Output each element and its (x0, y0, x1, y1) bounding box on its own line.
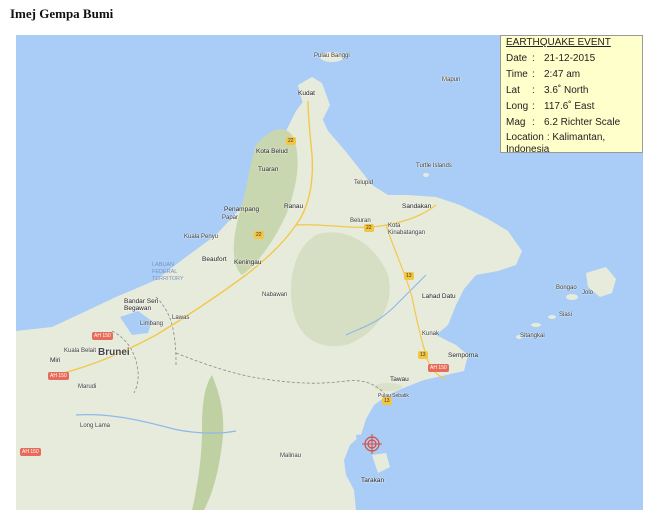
place-label: Sitangkai (520, 333, 545, 339)
place-label: Sandakan (402, 203, 432, 210)
road-shield: 22 (254, 231, 264, 239)
place-label: Keningau (234, 259, 262, 266)
row-value: 3.6˚ North (544, 85, 589, 96)
place-label: Nabawan (262, 292, 288, 298)
row-separator: : (532, 117, 535, 128)
place-label: LABUAN FEDERAL TERRITORY (152, 262, 184, 282)
place-label: Malinau (280, 453, 302, 459)
row-value: 2:47 am (544, 69, 581, 80)
place-label: Ranau (284, 203, 304, 210)
road-shield: AH 150 (48, 372, 69, 380)
row-separator: : (532, 53, 535, 64)
road-shield: AH 150 (20, 448, 41, 456)
place-label: Papar (222, 215, 239, 221)
place-label: Turtle Islands (416, 163, 452, 169)
place-label: Miri (50, 357, 61, 364)
place-label: Beaufort (202, 256, 227, 263)
row-key: Long (506, 101, 529, 112)
place-label: Kuala Belait (64, 348, 97, 354)
road-shield: AH 150 (428, 364, 449, 372)
road-shield: 13 (382, 397, 392, 405)
road-shield: AH 150 (92, 332, 113, 340)
place-label: Semporna (448, 352, 478, 359)
place-label: Tuaran (258, 166, 279, 173)
place-label: Tawau (390, 376, 409, 383)
place-label: Jolo (582, 290, 594, 296)
place-label: Lahad Datu (422, 293, 456, 300)
page-title: Imej Gempa Bumi (10, 6, 114, 21)
row-separator: : (532, 101, 535, 112)
place-label: Telupid (354, 180, 374, 186)
info-panel-title: EARTHQUAKE EVENT (506, 37, 611, 48)
row-separator: : (546, 132, 550, 143)
row-key: Mag (506, 117, 526, 128)
place-label: Bandar Seri Begawan (124, 298, 159, 312)
place-label: Marudi (78, 384, 97, 390)
road-shield: 22 (286, 137, 296, 145)
row-key: Time (506, 69, 528, 80)
place-label: Kota Kinabatangan (388, 223, 426, 236)
time-row: Time:2:47 am (506, 67, 642, 83)
country-label: Brunei (98, 347, 130, 358)
place-label: Kudat (298, 90, 315, 97)
location-row: Location: Kalimantan, Indonesia (506, 132, 642, 156)
road-shield: 22 (364, 224, 374, 232)
row-separator: : (532, 69, 535, 80)
road-shield: 13 (404, 272, 414, 280)
latitude-row: Lat:3.6˚ North (506, 83, 642, 99)
place-label: Kunak (422, 331, 440, 337)
place-label: Tarakan (361, 477, 385, 484)
place-label: Siasi (559, 312, 573, 318)
road-shield: 13 (418, 351, 428, 359)
row-key: Lat (506, 85, 520, 96)
row-separator: : (532, 85, 535, 96)
place-label: Long Lama (80, 423, 111, 429)
row-value: 117.6˚ East (544, 101, 595, 112)
row-value: 6.2 Richter Scale (544, 117, 621, 128)
earthquake-info-panel: EARTHQUAKE EVENT Date:21-12-2015 Time:2:… (500, 35, 643, 156)
place-label: Limbang (140, 321, 164, 327)
place-label: Pulau Banggi (314, 53, 350, 59)
row-value: 21-12-2015 (544, 53, 596, 64)
date-row: Date:21-12-2015 (506, 51, 642, 67)
magnitude-row: Mag:6.2 Richter Scale (506, 115, 642, 131)
place-label: Mapun (442, 77, 461, 83)
place-label: Penampang (224, 206, 260, 213)
row-key: Location (506, 132, 544, 143)
longitude-row: Long:117.6˚ East (506, 99, 642, 115)
place-label: Kota Belud (256, 148, 288, 155)
pulau-sebatik-island (374, 383, 402, 391)
place-label: Kuala Penyu (184, 234, 219, 240)
place-label: Bongao (556, 285, 577, 291)
place-label: Lawas (172, 315, 190, 321)
row-key: Date (506, 53, 528, 64)
epicenter-crosshair-icon[interactable] (362, 434, 382, 454)
